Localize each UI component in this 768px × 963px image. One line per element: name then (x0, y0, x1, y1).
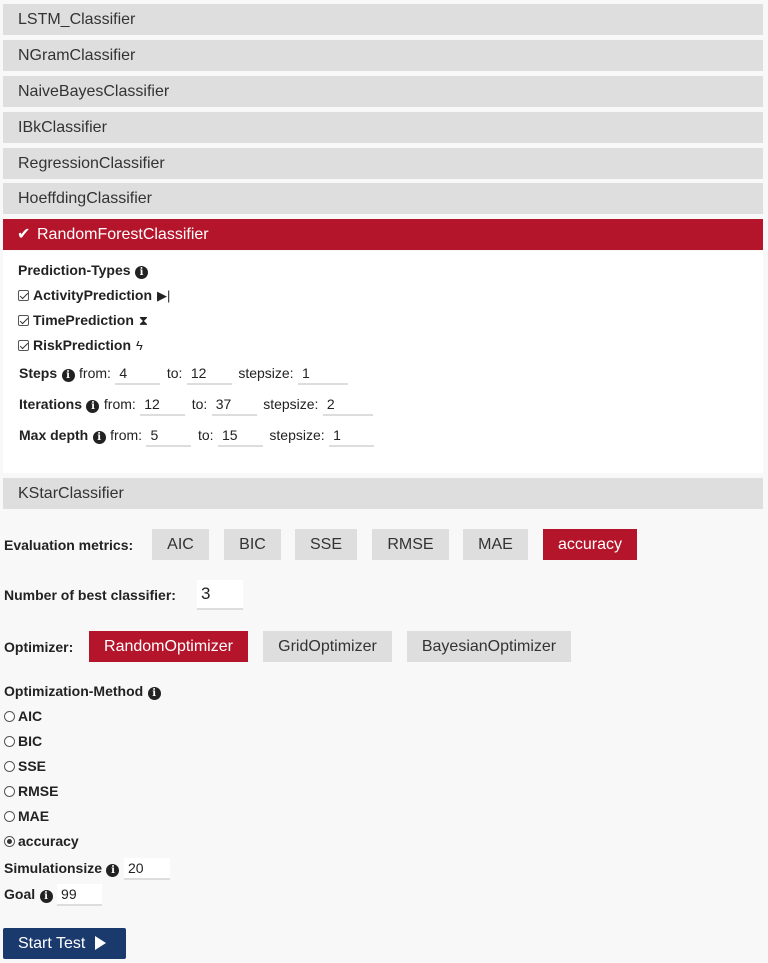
random-optimizer-button[interactable]: RandomOptimizer (89, 631, 248, 662)
start-test-button[interactable]: Start Test (3, 928, 126, 959)
to-label: to: (191, 396, 208, 413)
info-icon[interactable]: i (92, 431, 106, 445)
steps-row: Steps i from: 4 to: 12 stepsize: 1 (19, 363, 349, 385)
classifier-randomforest[interactable]: ✔ RandomForestClassifier (3, 219, 763, 250)
hourglass-icon: ⧗ (138, 313, 149, 328)
metric-mae-button[interactable]: MAE (463, 529, 528, 560)
check-icon: ✔ (17, 226, 31, 243)
to-label: to: (197, 427, 214, 444)
prediction-types-label: Prediction-Types (18, 262, 131, 278)
method-option-aic[interactable]: AIC (4, 708, 42, 726)
radio-mae[interactable] (4, 811, 15, 822)
iterations-to-input[interactable]: 37 (211, 394, 257, 416)
method-mae-label: MAE (18, 808, 50, 824)
from-label: from: (103, 396, 136, 413)
classifier-ibk[interactable]: IBkClassifier (3, 112, 763, 143)
prediction-risk[interactable]: RiskPrediction ϟ (18, 337, 143, 355)
method-rmse-label: RMSE (18, 783, 59, 799)
activity-prediction-label: ActivityPrediction (33, 287, 153, 303)
metric-aic-button[interactable]: AIC (152, 529, 209, 560)
radio-accuracy[interactable] (4, 836, 15, 847)
info-icon[interactable]: i (135, 266, 148, 279)
risk-prediction-label: RiskPrediction (33, 337, 132, 353)
randomforest-panel: Prediction-Types i ActivityPrediction ▶| … (3, 251, 763, 473)
classifier-hoeffding[interactable]: HoeffdingClassifier (3, 183, 763, 214)
info-icon[interactable]: i (86, 400, 100, 414)
checkbox-time[interactable] (18, 315, 29, 326)
info-icon[interactable]: i (61, 369, 75, 383)
method-option-sse[interactable]: SSE (4, 758, 46, 776)
page: LSTM_Classifier NGramClassifier NaiveBay… (0, 0, 768, 963)
method-aic-label: AIC (18, 708, 43, 724)
optimizer-label: Optimizer: (4, 639, 74, 655)
checkbox-risk[interactable] (18, 340, 29, 351)
maxdepth-label: Max depth (19, 427, 89, 444)
method-option-bic[interactable]: BIC (4, 733, 42, 751)
simulationsize-label: Simulationsize (4, 860, 103, 877)
info-icon[interactable]: i (147, 687, 161, 700)
to-label: to: (166, 365, 183, 382)
maxdepth-to-input[interactable]: 15 (217, 425, 263, 447)
iterations-from-input[interactable]: 12 (140, 394, 186, 416)
bolt-icon: ϟ (136, 338, 143, 353)
steps-stepsize-input[interactable]: 1 (298, 363, 349, 385)
steps-from-input[interactable]: 4 (115, 363, 161, 385)
info-icon[interactable]: i (106, 864, 120, 878)
method-bic-label: BIC (18, 733, 43, 749)
method-sse-label: SSE (18, 758, 47, 774)
time-prediction-label: TimePrediction (33, 312, 134, 328)
from-label: from: (79, 365, 111, 382)
start-test-label: Start Test (18, 935, 86, 952)
radio-bic[interactable] (4, 736, 15, 747)
optimization-method-label: Optimization-Method (4, 683, 144, 699)
iterations-label: Iterations (19, 396, 83, 413)
info-icon[interactable]: i (39, 890, 53, 904)
steps-to-input[interactable]: 12 (186, 363, 232, 385)
step-forward-icon: ▶| (157, 288, 171, 303)
metric-sse-button[interactable]: SSE (295, 529, 357, 560)
classifier-regression[interactable]: RegressionClassifier (3, 148, 763, 179)
iterations-stepsize-input[interactable]: 2 (322, 394, 373, 416)
steps-label: Steps (19, 365, 58, 382)
goal-input[interactable]: 99 (57, 884, 103, 906)
classifier-lstm[interactable]: LSTM_Classifier (3, 4, 763, 35)
simulationsize-input[interactable]: 20 (123, 858, 170, 880)
metric-accuracy-button[interactable]: accuracy (543, 529, 637, 560)
method-option-rmse[interactable]: RMSE (4, 783, 58, 801)
metric-bic-button[interactable]: BIC (224, 529, 281, 560)
stepsize-label: stepsize: (263, 396, 319, 413)
best-classifier-label: Number of best classifier: (4, 587, 176, 603)
classifier-randomforest-label: RandomForestClassifier (37, 226, 209, 243)
from-label: from: (110, 427, 143, 444)
maxdepth-from-input[interactable]: 5 (146, 425, 192, 447)
classifier-kstar[interactable]: KStarClassifier (3, 478, 763, 509)
method-option-mae[interactable]: MAE (4, 808, 49, 826)
iterations-row: Iterations i from: 12 to: 37 stepsize: 2 (19, 394, 373, 416)
simulationsize-row: Simulationsize i 20 (4, 858, 170, 880)
best-classifier-input[interactable]: 3 (197, 580, 243, 610)
evaluation-metrics-label: Evaluation metrics: (4, 537, 134, 553)
stepsize-label: stepsize: (238, 365, 294, 382)
method-accuracy-label: accuracy (18, 833, 79, 849)
stepsize-label: stepsize: (269, 427, 325, 444)
radio-rmse[interactable] (4, 786, 15, 797)
grid-optimizer-button[interactable]: GridOptimizer (263, 631, 392, 662)
prediction-time[interactable]: TimePrediction ⧗ (18, 312, 148, 330)
classifier-naivebayes[interactable]: NaiveBayesClassifier (3, 76, 763, 107)
radio-sse[interactable] (4, 761, 15, 772)
goal-row: Goal i 99 (4, 884, 103, 906)
classifier-ngram[interactable]: NGramClassifier (3, 40, 763, 71)
goal-label: Goal (4, 886, 36, 903)
metric-rmse-button[interactable]: RMSE (372, 529, 449, 560)
prediction-activity[interactable]: ActivityPrediction ▶| (18, 287, 170, 305)
checkbox-activity[interactable] (18, 290, 29, 301)
radio-aic[interactable] (4, 711, 15, 722)
method-option-accuracy[interactable]: accuracy (4, 833, 79, 851)
bayesian-optimizer-button[interactable]: BayesianOptimizer (407, 631, 571, 662)
maxdepth-row: Max depth i from: 5 to: 15 stepsize: 1 (19, 425, 375, 447)
play-icon (95, 936, 107, 950)
maxdepth-stepsize-input[interactable]: 1 (329, 425, 375, 447)
